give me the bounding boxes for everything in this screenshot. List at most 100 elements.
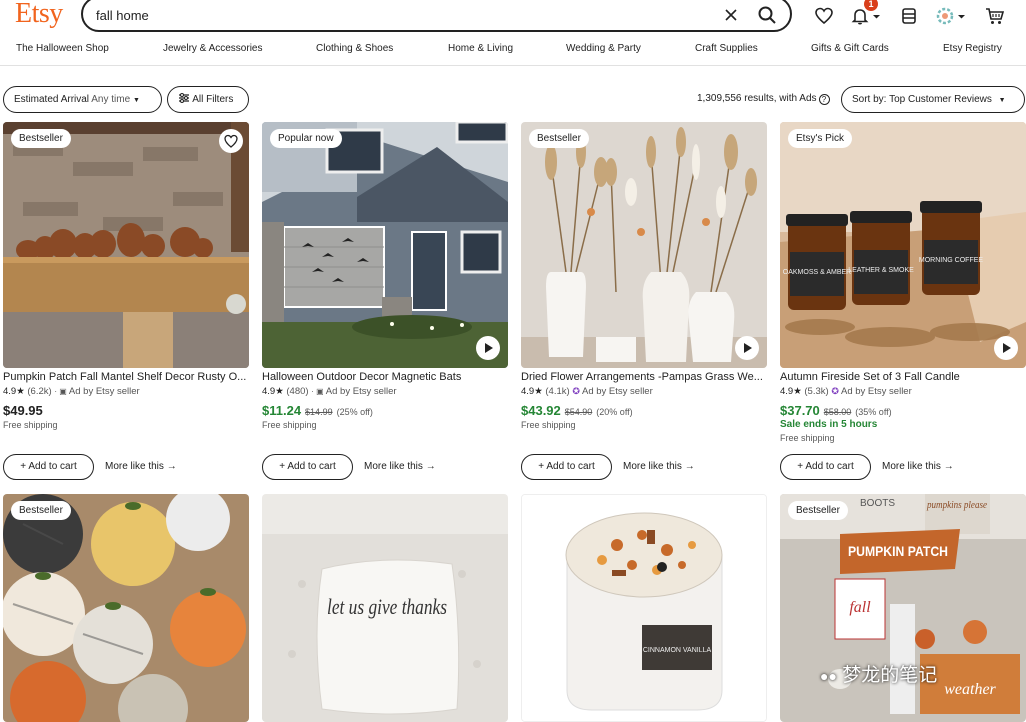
shipping-label: Free shipping: [780, 433, 835, 443]
add-to-cart-button[interactable]: + Add to cart: [3, 454, 94, 480]
bestseller-badge: Bestseller: [11, 501, 71, 520]
pillow-text: let us give thanks: [327, 594, 447, 619]
product-title[interactable]: Halloween Outdoor Decor Magnetic Bats: [262, 371, 508, 383]
product-image-magnetic-bats[interactable]: Popular now: [262, 122, 508, 368]
arrow-right-icon: →: [943, 461, 954, 472]
nav-item-registry[interactable]: Etsy Registry: [943, 43, 1002, 54]
more-like-this-link[interactable]: More like this →: [882, 461, 954, 472]
shipping-label: Free shipping: [262, 420, 317, 430]
product-card[interactable]: OAKMOSS & AMBER LEATHER & SMOKE MORNING …: [780, 122, 1026, 482]
more-like-this-link[interactable]: More like this →: [623, 461, 695, 472]
category-nav: The Halloween Shop Jewelry & Accessories…: [0, 40, 1026, 66]
arrival-value: Any time: [91, 94, 131, 105]
product-image-cinnamon-candle[interactable]: CINNAMON VANILLA: [521, 494, 767, 722]
add-to-cart-label: Add to cart: [805, 461, 854, 472]
add-to-cart-label: Add to cart: [287, 461, 336, 472]
add-to-cart-button[interactable]: + Add to cart: [521, 454, 612, 480]
shipping-label: Free shipping: [521, 420, 576, 430]
price-row: $11.24 $14.99 (25% off): [262, 403, 373, 418]
results-count: 1,309,556 results, with Ads?: [697, 93, 830, 105]
ad-label: Ad by Etsy seller: [582, 386, 653, 397]
product-title[interactable]: Dried Flower Arrangements -Pampas Grass …: [521, 371, 767, 383]
product-title[interactable]: Autumn Fireside Set of 3 Fall Candle: [780, 371, 1026, 383]
product-card[interactable]: Bestseller: [3, 494, 249, 722]
gift-icon[interactable]: [899, 6, 919, 26]
ad-label: Ad by Etsy seller: [325, 386, 397, 397]
product-meta: 4.9★ (480) · ▣ Ad by Etsy seller: [262, 386, 397, 397]
all-filters-label: All Filters: [192, 94, 234, 105]
product-card[interactable]: BOOTS pumpkins please PUMPKIN PATCH fall…: [780, 494, 1026, 722]
nav-item-home-living[interactable]: Home & Living: [448, 43, 513, 54]
price: $49.95: [3, 403, 43, 418]
product-card[interactable]: Popular now Halloween Outdoor Decor Magn…: [262, 122, 508, 482]
sale-ends-label: Sale ends in 5 hours: [780, 419, 878, 430]
more-like-this-link[interactable]: More like this →: [105, 461, 177, 472]
sale-price: $11.24: [262, 403, 302, 418]
search-input[interactable]: fall home: [96, 8, 149, 23]
price-row: $43.92 $54.90 (20% off): [521, 403, 633, 418]
product-image-pumpkin-mantel[interactable]: Bestseller: [3, 122, 249, 368]
product-image-fabric-pumpkins[interactable]: Bestseller: [3, 494, 249, 722]
heart-icon: [224, 134, 238, 148]
chevron-down-icon: ▼: [998, 97, 1006, 104]
star-seller-icon: ✪: [831, 386, 839, 396]
close-icon[interactable]: [723, 7, 739, 23]
more-like-this-link[interactable]: More like this →: [364, 461, 436, 472]
nav-item-wedding[interactable]: Wedding & Party: [566, 43, 641, 54]
product-meta: 4.9★ (4.1k) ✪ Ad by Etsy seller: [521, 386, 653, 397]
sale-price: $43.92: [521, 403, 561, 418]
heart-icon[interactable]: [814, 6, 834, 26]
product-image-pumpkin-patch-sign[interactable]: BOOTS pumpkins please PUMPKIN PATCH fall…: [780, 494, 1026, 722]
avatar[interactable]: [935, 6, 955, 26]
sign-fall: fall: [849, 599, 871, 616]
sign-boots: BOOTS: [860, 498, 895, 509]
candle-label-leather: LEATHER & SMOKE: [848, 267, 914, 274]
nav-item-jewelry[interactable]: Jewelry & Accessories: [163, 43, 262, 54]
add-to-cart-button[interactable]: + Add to cart: [780, 454, 871, 480]
play-video-button[interactable]: [994, 336, 1018, 360]
all-filters-button[interactable]: All Filters: [167, 86, 249, 113]
more-like-this-label: More like this: [623, 461, 682, 472]
product-image-thanks-pillow[interactable]: let us give thanks: [262, 494, 508, 722]
search-icon[interactable]: [757, 5, 777, 25]
sort-dropdown[interactable]: Sort by: Top Customer Reviews ▼: [841, 86, 1025, 113]
sort-value: Top Customer Reviews: [889, 94, 992, 105]
ad-label: Ad by Etsy seller: [841, 386, 912, 397]
search-bar[interactable]: fall home: [81, 0, 792, 32]
product-card[interactable]: Bestseller Pumpkin Patch Fall Mantel She…: [3, 122, 249, 482]
estimated-arrival-filter[interactable]: Estimated Arrival Any time ▼: [3, 86, 162, 113]
add-to-cart-button[interactable]: + Add to cart: [262, 454, 353, 480]
help-icon[interactable]: ?: [818, 94, 830, 105]
nav-item-craft-supplies[interactable]: Craft Supplies: [695, 43, 758, 54]
add-to-cart-label: Add to cart: [546, 461, 595, 472]
favorite-button[interactable]: [219, 129, 243, 153]
chevron-down-icon[interactable]: [957, 6, 966, 26]
cart-icon[interactable]: [985, 6, 1005, 26]
filter-icon: [179, 93, 189, 103]
product-card[interactable]: Bestseller Dried Flower Arrangements -Pa…: [521, 122, 767, 482]
etsy-logo[interactable]: Etsy: [15, 0, 63, 30]
review-count: (6.2k): [27, 386, 52, 397]
ad-icon: · ▣: [54, 387, 67, 396]
product-card[interactable]: CINNAMON VANILLA: [521, 494, 767, 722]
product-title[interactable]: Pumpkin Patch Fall Mantel Shelf Decor Ru…: [3, 371, 249, 383]
ad-icon: · ▣: [311, 387, 324, 396]
nav-item-clothing[interactable]: Clothing & Shoes: [316, 43, 393, 54]
site-header: Etsy fall home 1: [0, 0, 1026, 34]
product-image-candle-set[interactable]: OAKMOSS & AMBER LEATHER & SMOKE MORNING …: [780, 122, 1026, 368]
original-price: $54.90: [564, 407, 593, 417]
nav-item-halloween-shop[interactable]: The Halloween Shop: [16, 43, 109, 54]
product-card[interactable]: let us give thanks: [262, 494, 508, 722]
product-image-dried-flowers[interactable]: Bestseller: [521, 122, 767, 368]
sign-patch: PUMPKIN PATCH: [848, 543, 948, 559]
nav-item-gifts[interactable]: Gifts & Gift Cards: [811, 43, 889, 54]
bestseller-badge: Bestseller: [11, 129, 71, 148]
bestseller-badge: Bestseller: [529, 129, 589, 148]
candle-jar-label: CINNAMON VANILLA: [643, 647, 712, 654]
play-video-button[interactable]: [735, 336, 759, 360]
star-icon: ★: [534, 386, 543, 397]
play-video-button[interactable]: [476, 336, 500, 360]
chevron-down-icon: ▼: [132, 97, 140, 104]
chevron-down-icon[interactable]: [872, 6, 881, 26]
play-icon: [744, 343, 752, 353]
